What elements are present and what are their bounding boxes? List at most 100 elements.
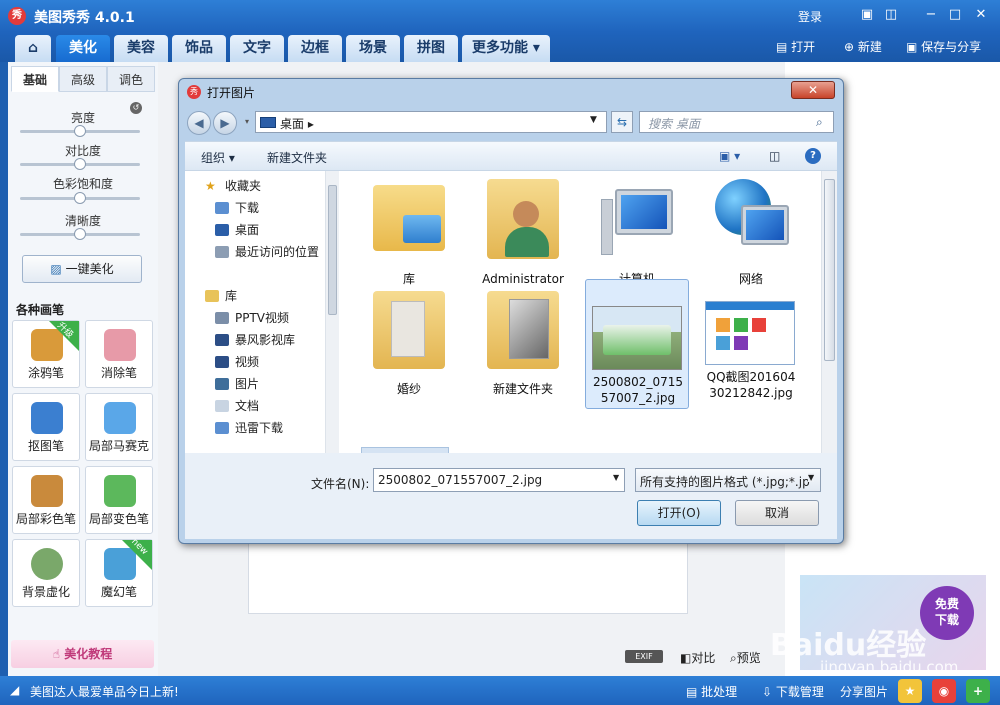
- nav-baofeng[interactable]: 暴风影视库: [185, 329, 325, 351]
- nav-pptv[interactable]: PPTV视频: [185, 307, 325, 329]
- new-button[interactable]: ⊕ 新建: [844, 38, 882, 55]
- nav-pictures[interactable]: 图片: [185, 373, 325, 395]
- one-key-beautify-button[interactable]: ▨ 一键美化: [22, 255, 142, 283]
- paint-bucket-icon: [104, 475, 136, 507]
- history-chevron-icon[interactable]: ▾: [245, 117, 249, 126]
- brush-mosaic[interactable]: 局部马赛克: [85, 393, 153, 461]
- brush-local-color[interactable]: 局部彩色笔: [12, 466, 80, 534]
- cancel-button[interactable]: 取消: [735, 500, 819, 526]
- nav-scroll-thumb[interactable]: [328, 185, 337, 315]
- batch-button[interactable]: ▤ 批处理: [686, 683, 737, 700]
- tab-beautify[interactable]: 美化: [56, 35, 110, 62]
- search-placeholder: 搜索 桌面: [648, 117, 700, 131]
- search-box[interactable]: 搜索 桌面 ⌕: [639, 111, 834, 133]
- left-panel: 基础 高级 调色 ↺ 亮度 对比度 色彩饱和度 清晰度 ▨ 一键美化 各种画笔 …: [8, 62, 158, 676]
- file-label: QQ截图20160430212842.jpg: [706, 370, 796, 400]
- maximize-icon[interactable]: □: [944, 6, 966, 24]
- filename-input[interactable]: 2500802_071557007_2.jpg: [373, 468, 625, 492]
- tutorial-label: 美化教程: [64, 647, 113, 661]
- help-icon[interactable]: ?: [805, 148, 821, 164]
- nav-favorites[interactable]: ★ 收藏夹: [185, 175, 325, 197]
- open-button[interactable]: 打开(O): [637, 500, 721, 526]
- compare-label: 对比: [691, 651, 716, 665]
- brush-cutout[interactable]: 抠图笔: [12, 393, 80, 461]
- nav-desktop[interactable]: 桌面: [185, 219, 325, 241]
- share-button[interactable]: 分享图片: [840, 683, 888, 700]
- star-icon[interactable]: ★: [898, 679, 922, 703]
- search-icon[interactable]: ⌕: [816, 115, 823, 130]
- close-icon[interactable]: ✕: [970, 6, 992, 24]
- tab-scene[interactable]: 场景: [346, 35, 400, 62]
- refresh-icon[interactable]: ⇆: [611, 111, 633, 133]
- news-link[interactable]: 美图达人最爱单品今日上新!: [30, 683, 179, 700]
- download-manager-button[interactable]: ⇩ 下载管理: [762, 683, 824, 700]
- tab-text[interactable]: 文字: [230, 35, 284, 62]
- preview-button[interactable]: ⌕预览: [730, 649, 761, 666]
- slider-label-saturation: 色彩饱和度: [52, 177, 113, 191]
- tab-accessories[interactable]: 饰品: [172, 35, 226, 62]
- tab-more[interactable]: 更多功能 ▾: [462, 35, 550, 62]
- nav-downloads[interactable]: 下载: [185, 197, 325, 219]
- nav-documents[interactable]: 文档: [185, 395, 325, 417]
- address-bar[interactable]: 桌面 ▸ ▼: [255, 111, 607, 133]
- minimize-icon[interactable]: −: [920, 6, 942, 24]
- address-dropdown-icon[interactable]: ▼: [590, 115, 597, 125]
- home-tab[interactable]: ⌂: [15, 35, 51, 62]
- tab-frame[interactable]: 边框: [288, 35, 342, 62]
- title-bar: 秀 美图秀秀 4.0.1 登录 ▣ ◫ − □ ✕: [0, 0, 1000, 32]
- back-icon[interactable]: ◀: [187, 111, 211, 135]
- saturation-knob[interactable]: [74, 192, 86, 204]
- file-item-new-folder[interactable]: 新建文件夹: [471, 285, 575, 415]
- home-icon: ⌂: [27, 40, 39, 56]
- subtab-basic[interactable]: 基础: [11, 66, 59, 92]
- file-item-administrator[interactable]: Administrator: [471, 171, 575, 301]
- preview-pane-icon[interactable]: ◫: [769, 149, 780, 163]
- scroll-thumb[interactable]: [824, 179, 835, 361]
- file-item-libraries[interactable]: 库: [357, 171, 461, 301]
- file-list-scrollbar[interactable]: [821, 171, 837, 453]
- brush-doodle[interactable]: 升级 涂鸦笔: [12, 320, 80, 388]
- nav-videos[interactable]: 视频: [185, 351, 325, 373]
- add-icon[interactable]: +: [966, 679, 990, 703]
- open-label: 打开: [791, 40, 816, 54]
- save-share-button[interactable]: ▣ 保存与分享: [906, 38, 981, 55]
- compare-button[interactable]: ◧对比: [680, 649, 715, 666]
- login-link[interactable]: 登录: [798, 8, 822, 25]
- filter-dropdown-icon[interactable]: ▼: [808, 473, 815, 482]
- comment-icon[interactable]: ▣: [856, 6, 878, 24]
- tab-face[interactable]: 美容: [114, 35, 168, 62]
- nav-libraries[interactable]: 库: [185, 285, 325, 307]
- skin-icon[interactable]: ◫: [880, 6, 902, 24]
- brightness-knob[interactable]: [74, 125, 86, 137]
- organize-menu[interactable]: 组织 ▾: [201, 149, 235, 166]
- open-button[interactable]: ▤ 打开: [776, 38, 815, 55]
- subtab-color[interactable]: 调色: [107, 66, 155, 92]
- forward-icon[interactable]: ▶: [213, 111, 237, 135]
- file-item-wedding[interactable]: 婚纱: [357, 285, 461, 415]
- dialog-close-icon[interactable]: ✕: [791, 81, 835, 99]
- tab-collage[interactable]: 拼图: [404, 35, 458, 62]
- filename-dropdown-icon[interactable]: ▼: [613, 473, 619, 482]
- nav-scrollbar[interactable]: [325, 171, 339, 453]
- weibo-icon[interactable]: ◉: [932, 679, 956, 703]
- brush-bg-blur[interactable]: 背景虚化: [12, 539, 80, 607]
- nav-recent[interactable]: 最近访问的位置: [185, 241, 325, 263]
- brush-magic[interactable]: new 魔幻笔: [85, 537, 153, 607]
- contrast-knob[interactable]: [74, 158, 86, 170]
- sharpness-knob[interactable]: [74, 228, 86, 240]
- file-item-network[interactable]: 网络: [699, 171, 803, 301]
- brush-eraser[interactable]: 消除笔: [85, 320, 153, 388]
- file-item-bus-photo[interactable]: 2500802_071557007_2.jpg: [585, 279, 689, 409]
- brush-recolor[interactable]: 局部变色笔: [85, 466, 153, 534]
- view-options-icon[interactable]: ▣ ▾: [719, 149, 740, 163]
- slider-label-sharpness: 清晰度: [64, 214, 101, 228]
- nav-xunlei[interactable]: 迅雷下载: [185, 417, 325, 439]
- new-folder-button[interactable]: 新建文件夹: [267, 149, 327, 166]
- file-item-qq-screenshot[interactable]: QQ截图20160430212842.jpg: [699, 285, 803, 415]
- tutorial-button[interactable]: ☝ 美化教程: [11, 640, 154, 668]
- file-type-filter[interactable]: 所有支持的图片格式 (*.jpg;*.jp: [635, 468, 821, 492]
- free-download-button[interactable]: 免费 下载: [920, 586, 974, 640]
- preview-icon: ⌕: [730, 651, 737, 665]
- subtab-advanced[interactable]: 高级: [59, 66, 107, 92]
- exif-button[interactable]: EXIF: [625, 650, 663, 663]
